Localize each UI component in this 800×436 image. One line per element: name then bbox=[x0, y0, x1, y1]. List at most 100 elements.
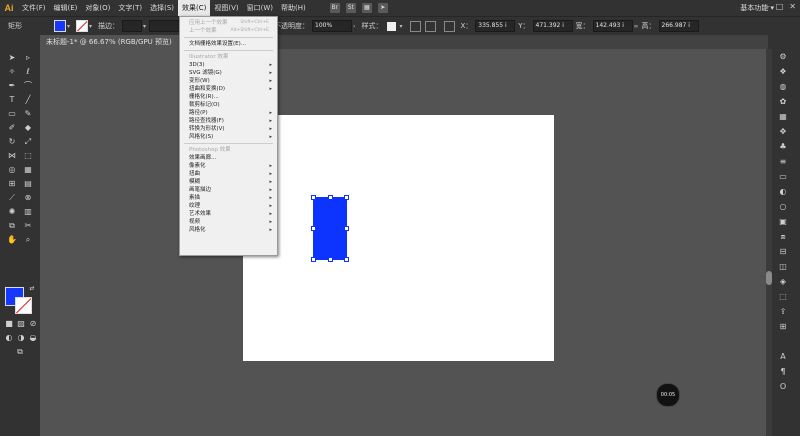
menu-item[interactable]: 窗口(W) bbox=[243, 0, 277, 16]
effect-menu-item[interactable]: 画笔描边 ▸ bbox=[180, 186, 277, 194]
publish-icon[interactable]: ➤ bbox=[377, 3, 388, 13]
opacity-label[interactable]: 不透明度： bbox=[274, 21, 309, 31]
shape-builder-tool-icon[interactable]: ◎ bbox=[6, 164, 18, 175]
transparency-icon[interactable]: ◐ bbox=[777, 186, 789, 197]
lasso-tool-icon[interactable]: ℓ bbox=[22, 66, 34, 77]
chevron-right-icon[interactable]: › bbox=[353, 23, 355, 30]
effect-menu-item[interactable]: 栅格化(R)... bbox=[180, 93, 277, 101]
effect-menu-item[interactable]: 扭曲 ▸ bbox=[180, 170, 277, 178]
stroke-swatch[interactable] bbox=[76, 20, 89, 32]
mesh-tool-icon[interactable]: ⊞ bbox=[6, 178, 18, 189]
magic-wand-tool-icon[interactable]: ✧ bbox=[6, 66, 18, 77]
artboard[interactable] bbox=[243, 115, 554, 361]
effect-menu-item[interactable]: 效果画廊... bbox=[180, 154, 277, 162]
opentype-icon[interactable]: O bbox=[777, 381, 789, 392]
screen-mode-icon[interactable]: ⧉ bbox=[14, 346, 26, 357]
stroke-color-box[interactable] bbox=[15, 297, 32, 314]
draw-behind-icon[interactable]: ◑ bbox=[15, 332, 27, 343]
effect-menu-item[interactable]: 转换为形状(V) ▸ bbox=[180, 125, 277, 133]
color-mode-icon[interactable]: ■ bbox=[3, 318, 15, 329]
stroke-label[interactable]: 描边： bbox=[98, 21, 119, 31]
pathfinder-icon[interactable]: ◫ bbox=[777, 261, 789, 272]
swap-colors-icon[interactable]: ⇄ bbox=[26, 283, 38, 294]
eyedropper-tool-icon[interactable]: ⟋ bbox=[6, 192, 18, 203]
layers-icon[interactable]: ❖ bbox=[777, 66, 789, 77]
graphic-style-swatch[interactable] bbox=[387, 21, 397, 31]
selection-handle[interactable] bbox=[311, 195, 316, 200]
transform-icon[interactable]: ⧈ bbox=[777, 231, 789, 242]
character-icon[interactable]: A bbox=[777, 351, 789, 362]
effect-menu-item[interactable]: 3D(3) ▸ bbox=[180, 61, 277, 69]
color-icon[interactable]: ✿ bbox=[777, 96, 789, 107]
menu-item[interactable]: 编辑(E) bbox=[50, 0, 82, 16]
column-graph-tool-icon[interactable]: ▥ bbox=[22, 206, 34, 217]
align-icon[interactable] bbox=[425, 20, 437, 32]
gradient-mode-icon[interactable]: ▨ bbox=[15, 318, 27, 329]
properties-icon[interactable]: ⚙ bbox=[777, 51, 789, 62]
effect-menu-item[interactable]: 路径(P) ▸ bbox=[180, 109, 277, 117]
draw-inside-icon[interactable]: ◒ bbox=[27, 332, 39, 343]
selection-handle[interactable] bbox=[344, 226, 349, 231]
effect-menu-item[interactable]: 素描 ▸ bbox=[180, 194, 277, 202]
pen-tool-icon[interactable]: ✒ bbox=[6, 80, 18, 91]
close-button[interactable]: ✕ bbox=[789, 2, 796, 11]
x-field[interactable]: 335.855 i bbox=[475, 20, 516, 32]
selected-rectangle[interactable] bbox=[311, 195, 349, 262]
effect-menu-item[interactable]: 视频 ▸ bbox=[180, 218, 277, 226]
effect-menu-item[interactable]: 风格化(S) ▸ bbox=[180, 133, 277, 141]
paintbrush-tool-icon[interactable]: ✎ bbox=[22, 108, 34, 119]
scrollbar-thumb[interactable] bbox=[766, 271, 772, 285]
chevron-down-icon[interactable]: ▾ bbox=[89, 23, 92, 30]
effect-menu-item[interactable]: 模糊 ▸ bbox=[180, 178, 277, 186]
type-tool-icon[interactable]: T bbox=[6, 94, 18, 105]
effect-menu-item[interactable]: 风格化 ▸ bbox=[180, 226, 277, 234]
brushes-icon[interactable]: ✥ bbox=[777, 126, 789, 137]
menu-item[interactable]: 帮助(H) bbox=[277, 0, 310, 16]
graphic-styles-icon[interactable]: ▣ bbox=[777, 216, 789, 227]
draw-mode-icon[interactable]: ◐ bbox=[3, 332, 15, 343]
gradient-tool-icon[interactable]: ▤ bbox=[22, 178, 34, 189]
direct-selection-tool-icon[interactable]: ▹ bbox=[22, 52, 34, 63]
stroke-icon[interactable]: ≡ bbox=[777, 156, 789, 167]
menu-item[interactable]: 文件(F) bbox=[18, 0, 50, 16]
perspective-grid-tool-icon[interactable]: ▦ bbox=[22, 164, 34, 175]
curvature-tool-icon[interactable]: ⌒ bbox=[22, 80, 34, 91]
asset-export-icon[interactable]: ⇪ bbox=[777, 306, 789, 317]
libraries-icon[interactable]: ◍ bbox=[777, 81, 789, 92]
effect-menu-item[interactable]: 路径查找器(F) ▸ bbox=[180, 117, 277, 125]
swatches-icon[interactable]: ▦ bbox=[777, 111, 789, 122]
effect-menu-item[interactable]: 扭曲和变换(D) ▸ bbox=[180, 85, 277, 93]
selection-handle[interactable] bbox=[344, 195, 349, 200]
menu-item[interactable]: 文字(T) bbox=[114, 0, 146, 16]
maximize-button[interactable]: □ bbox=[776, 2, 784, 11]
menu-item[interactable]: 对象(O) bbox=[81, 0, 114, 16]
height-field[interactable]: 266.987 i bbox=[658, 20, 699, 32]
symbol-sprayer-tool-icon[interactable]: ✺ bbox=[6, 206, 18, 217]
y-field[interactable]: 471.392 i bbox=[532, 20, 573, 32]
arrange-icon[interactable]: ▦ bbox=[361, 3, 372, 13]
variable-width-field[interactable] bbox=[149, 20, 184, 32]
effect-menu-item[interactable]: 艺术效果 ▸ bbox=[180, 210, 277, 218]
minimize-button[interactable]: – bbox=[766, 2, 770, 11]
effect-menu-item[interactable]: 变形(W) ▸ bbox=[180, 77, 277, 85]
selection-handle[interactable] bbox=[344, 257, 349, 262]
effect-menu-item[interactable]: 纹理 ▸ bbox=[180, 202, 277, 210]
menu-item[interactable]: 效果(C) bbox=[178, 0, 211, 16]
hand-tool-icon[interactable]: ✋ bbox=[6, 234, 18, 245]
effect-menu-item[interactable]: 文档栅格效果设置(E)... bbox=[180, 40, 277, 48]
stock-icon[interactable]: St bbox=[345, 3, 356, 13]
width-field[interactable]: 142.493 i bbox=[592, 20, 633, 32]
gradient-icon[interactable]: ▭ bbox=[777, 171, 789, 182]
align-panel-icon[interactable]: ⊟ bbox=[777, 246, 789, 257]
chevron-down-icon[interactable]: ▾ bbox=[399, 23, 402, 30]
shaper-tool-icon[interactable]: ✐ bbox=[6, 122, 18, 133]
effect-menu-item[interactable]: SVG 滤镜(G) ▸ bbox=[180, 69, 277, 77]
menu-item[interactable]: 视图(V) bbox=[210, 0, 242, 16]
document-tab[interactable]: 未标题-1* @ 66.67% (RGB/GPU 预览) × bbox=[40, 35, 200, 49]
selection-handle[interactable] bbox=[328, 195, 333, 200]
chevron-down-icon[interactable]: ▾ bbox=[143, 23, 146, 30]
recolor-icon[interactable] bbox=[410, 20, 422, 32]
stroke-weight-field[interactable] bbox=[122, 20, 143, 32]
effect-menu-item[interactable]: 像素化 ▸ bbox=[180, 162, 277, 170]
selection-handle[interactable] bbox=[311, 257, 316, 262]
